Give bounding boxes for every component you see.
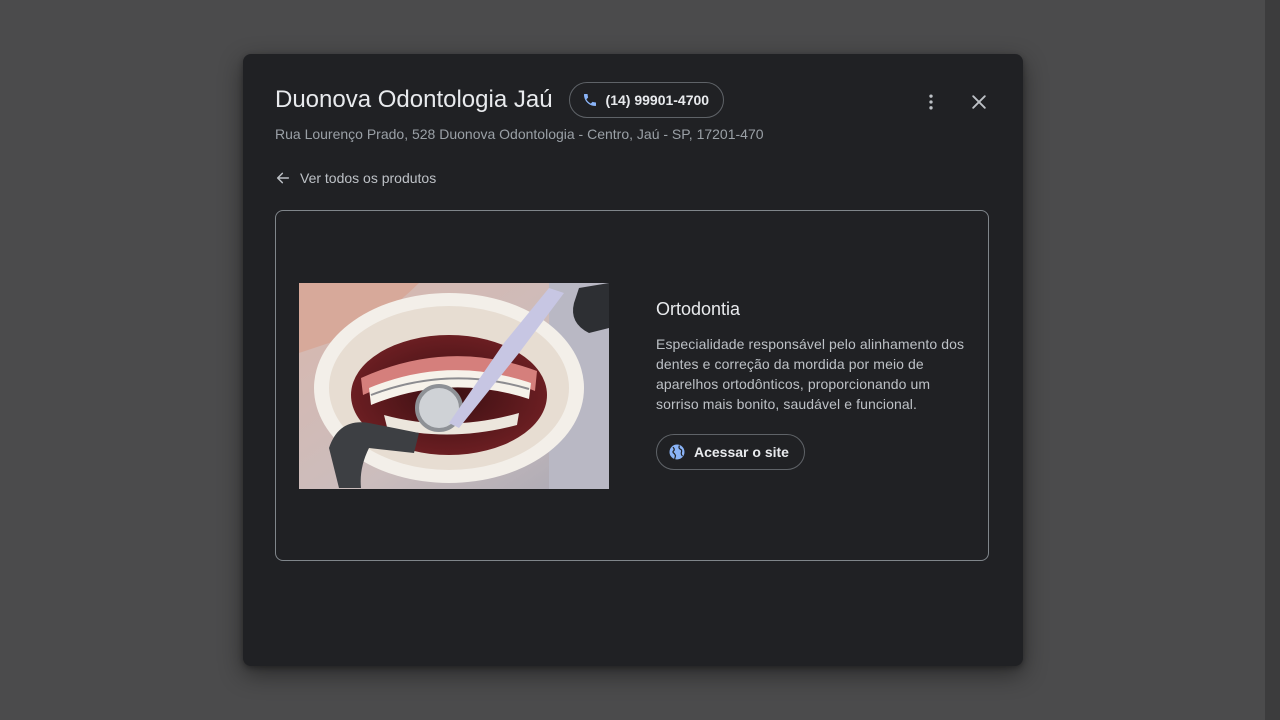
product-card: Ortodontia Especialidade responsável pel… [275, 210, 989, 561]
more-options-button[interactable] [915, 86, 947, 118]
header-actions [915, 86, 995, 118]
more-vertical-icon [929, 94, 933, 110]
product-name: Ortodontia [656, 299, 741, 319]
business-dialog: Duonova Odontologia Jaú (14) 99901-4700 … [243, 54, 1023, 666]
product-info: Ortodontia Especialidade responsável pel… [656, 299, 976, 470]
arrow-left-icon [276, 172, 290, 184]
business-title: Duonova Odontologia Jaú [275, 86, 553, 113]
title-row: Duonova Odontologia Jaú (14) 99901-4700 [275, 82, 725, 118]
product-image [299, 283, 609, 489]
orthodontic-photo [299, 283, 609, 489]
phone-icon [583, 94, 596, 106]
visit-site-button[interactable]: Acessar o site [656, 434, 805, 470]
back-to-products-link[interactable]: Ver todos os produtos [275, 170, 436, 186]
back-link-label: Ver todos os produtos [300, 170, 437, 186]
visit-site-label: Acessar o site [694, 444, 789, 460]
close-icon [972, 95, 986, 109]
globe-icon [669, 444, 685, 460]
scrollbar-track[interactable] [1265, 0, 1280, 720]
phone-button[interactable]: (14) 99901-4700 [568, 82, 725, 118]
close-button[interactable] [963, 86, 995, 118]
product-description: Especialidade responsável pelo alinhamen… [656, 336, 965, 412]
phone-number: (14) 99901-4700 [605, 92, 710, 108]
business-address: Rua Lourenço Prado, 528 Duonova Odontolo… [275, 126, 764, 142]
